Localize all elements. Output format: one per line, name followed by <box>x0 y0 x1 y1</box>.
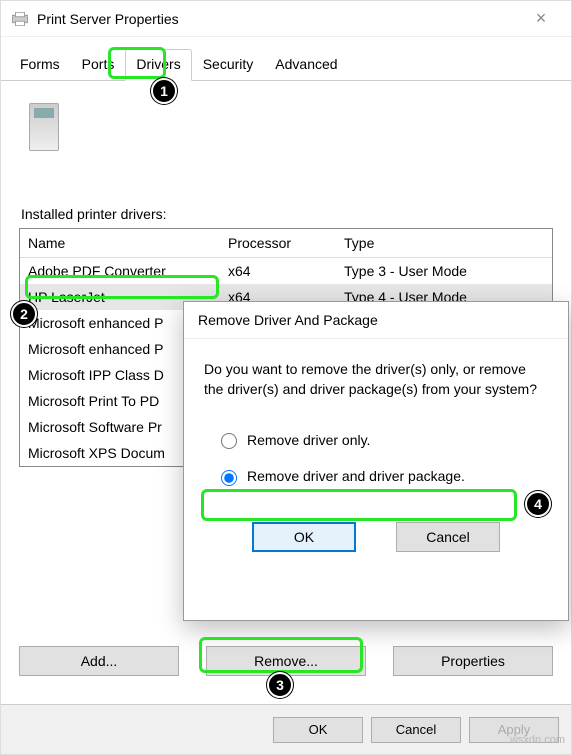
radio-input[interactable] <box>221 433 237 449</box>
titlebar: Print Server Properties × <box>1 1 571 37</box>
dialog-cancel-button[interactable]: Cancel <box>396 522 500 552</box>
remove-driver-dialog: Remove Driver And Package Do you want to… <box>183 301 569 621</box>
tab-strip: Forms Ports Drivers Security Advanced <box>1 37 571 81</box>
callout-1: 1 <box>151 78 177 104</box>
radio-label: Remove driver only. <box>247 430 370 450</box>
col-type[interactable]: Type <box>336 229 552 257</box>
cell-proc: x64 <box>220 260 336 282</box>
cell-name: Adobe PDF Converter <box>20 260 220 282</box>
radio-remove-driver-only[interactable]: Remove driver only. <box>210 422 542 458</box>
remove-button[interactable]: Remove... <box>206 646 366 676</box>
add-button[interactable]: Add... <box>19 646 179 676</box>
radio-group: Remove driver only. Remove driver and dr… <box>210 422 542 495</box>
tab-advanced[interactable]: Advanced <box>264 49 348 80</box>
dialog-footer: OK Cancel Apply <box>1 704 571 754</box>
tab-forms[interactable]: Forms <box>9 49 71 80</box>
table-header: Name Processor Type <box>20 229 552 258</box>
dialog-body: Do you want to remove the driver(s) only… <box>184 339 568 562</box>
radio-remove-driver-and-package[interactable]: Remove driver and driver package. <box>210 458 542 494</box>
callout-3: 3 <box>267 672 293 698</box>
close-icon[interactable]: × <box>521 8 561 29</box>
table-row[interactable]: Adobe PDF Converter x64 Type 3 - User Mo… <box>20 258 552 284</box>
tab-drivers[interactable]: Drivers <box>125 49 191 81</box>
col-processor[interactable]: Processor <box>220 229 336 257</box>
dialog-buttons: OK Cancel <box>204 522 548 552</box>
watermark: wsxdn.com <box>510 734 565 746</box>
col-name[interactable]: Name <box>20 229 220 257</box>
callout-4: 4 <box>525 491 551 517</box>
dialog-ok-button[interactable]: OK <box>252 522 356 552</box>
dialog-title: Remove Driver And Package <box>184 302 568 339</box>
server-icon <box>29 103 59 151</box>
properties-button[interactable]: Properties <box>393 646 553 676</box>
section-label: Installed printer drivers: <box>21 206 553 222</box>
window-title: Print Server Properties <box>37 11 521 27</box>
printer-icon <box>11 12 29 26</box>
callout-2: 2 <box>11 301 37 327</box>
tab-ports[interactable]: Ports <box>71 49 126 80</box>
print-server-properties-window: Print Server Properties × Forms Ports Dr… <box>0 0 572 755</box>
cell-type: Type 3 - User Mode <box>336 260 552 282</box>
radio-input[interactable] <box>221 470 237 486</box>
radio-label: Remove driver and driver package. <box>247 466 465 486</box>
tab-security[interactable]: Security <box>192 49 265 80</box>
ok-button[interactable]: OK <box>273 717 363 743</box>
driver-actions: Add... Remove... Properties <box>19 646 553 676</box>
cancel-button[interactable]: Cancel <box>371 717 461 743</box>
dialog-message: Do you want to remove the driver(s) only… <box>204 359 548 400</box>
